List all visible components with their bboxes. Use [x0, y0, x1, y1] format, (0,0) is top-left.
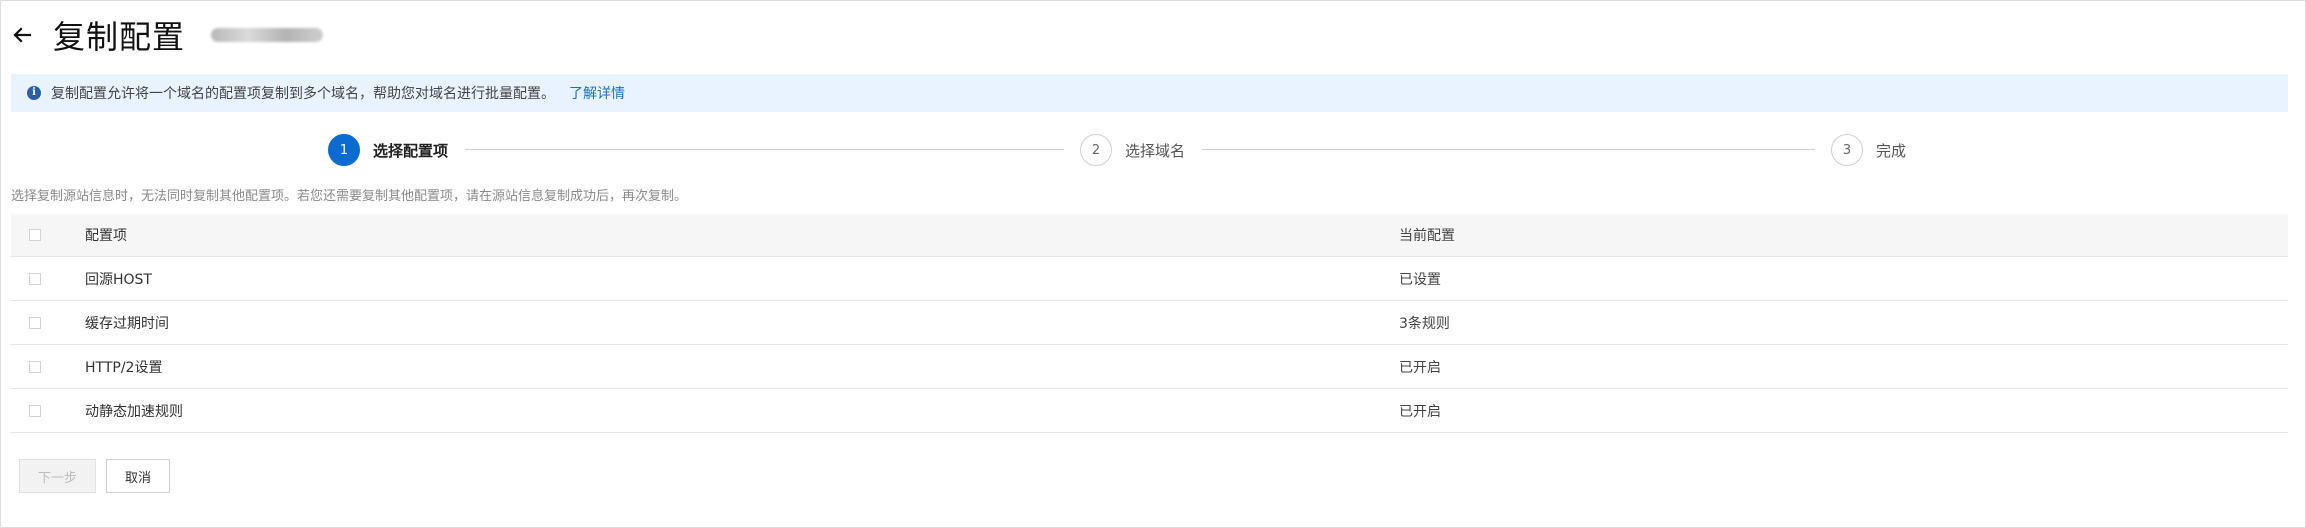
learn-more-link[interactable]: 了解详情 — [569, 83, 625, 103]
next-step-button[interactable]: 下一步 — [19, 459, 96, 493]
config-item-name: HTTP/2设置 — [85, 359, 163, 376]
select-all-cell — [11, 229, 85, 241]
config-table: 配置项 当前配置 回源HOST 已设置 缓存过期时间 3条规则 HTTP/2设置… — [11, 214, 2288, 433]
step-1: 1 选择配置项 — [328, 133, 448, 167]
page-header: 复制配置 — [11, 11, 324, 59]
step-1-number: 1 — [328, 134, 360, 166]
step-connector-2 — [1202, 149, 1815, 150]
table-header: 配置项 当前配置 — [11, 214, 2288, 257]
config-item-value: 已设置 — [1399, 271, 1441, 288]
row-checkbox[interactable] — [29, 360, 41, 373]
select-all-checkbox[interactable] — [29, 229, 41, 241]
footer-actions: 下一步 取消 — [19, 459, 170, 493]
config-item-name: 回源HOST — [85, 271, 152, 288]
config-item-value: 已开启 — [1399, 359, 1441, 376]
row-check-cell — [11, 272, 85, 285]
step-1-label: 选择配置项 — [373, 141, 449, 160]
step-2-label: 选择域名 — [1125, 141, 1186, 160]
config-item-value: 已开启 — [1399, 403, 1441, 420]
row-checkbox[interactable] — [29, 272, 41, 285]
cancel-button[interactable]: 取消 — [106, 459, 170, 493]
blurred-domain — [211, 28, 324, 42]
page-title: 复制配置 — [53, 18, 186, 56]
info-icon: i — [27, 86, 41, 100]
step-3-label: 完成 — [1876, 141, 1907, 160]
config-item-name: 缓存过期时间 — [85, 315, 169, 332]
row-checkbox[interactable] — [29, 404, 41, 417]
arrow-left-icon[interactable] — [11, 24, 33, 46]
table-row[interactable]: HTTP/2设置 已开启 — [11, 345, 2288, 389]
config-item-name: 动静态加速规则 — [85, 403, 183, 420]
copy-hint: 选择复制源站信息时，无法同时复制其他配置项。若您还需要复制其他配置项，请在源站信… — [11, 189, 688, 204]
step-3-number: 3 — [1831, 134, 1863, 166]
row-check-cell — [11, 360, 85, 373]
row-check-cell — [11, 316, 85, 329]
step-3: 3 完成 — [1831, 133, 1906, 167]
row-checkbox[interactable] — [29, 316, 41, 329]
column-header-value: 当前配置 — [1399, 228, 1455, 244]
stepper: 1 选择配置项 2 选择域名 3 完成 — [328, 133, 1910, 167]
info-banner: i 复制配置允许将一个域名的配置项复制到多个域名，帮助您对域名进行批量配置。 了… — [11, 74, 2288, 112]
table-row[interactable]: 缓存过期时间 3条规则 — [11, 301, 2288, 345]
config-item-value: 3条规则 — [1399, 315, 1450, 332]
step-2-number: 2 — [1080, 134, 1112, 166]
table-row[interactable]: 动静态加速规则 已开启 — [11, 389, 2288, 433]
row-check-cell — [11, 404, 85, 417]
table-row[interactable]: 回源HOST 已设置 — [11, 257, 2288, 301]
info-text: 复制配置允许将一个域名的配置项复制到多个域名，帮助您对域名进行批量配置。 — [51, 86, 555, 102]
column-header-name: 配置项 — [85, 228, 127, 244]
copy-config-page: 复制配置 i 复制配置允许将一个域名的配置项复制到多个域名，帮助您对域名进行批量… — [0, 0, 2306, 528]
step-connector-1 — [465, 149, 1064, 150]
step-2: 2 选择域名 — [1080, 133, 1185, 167]
